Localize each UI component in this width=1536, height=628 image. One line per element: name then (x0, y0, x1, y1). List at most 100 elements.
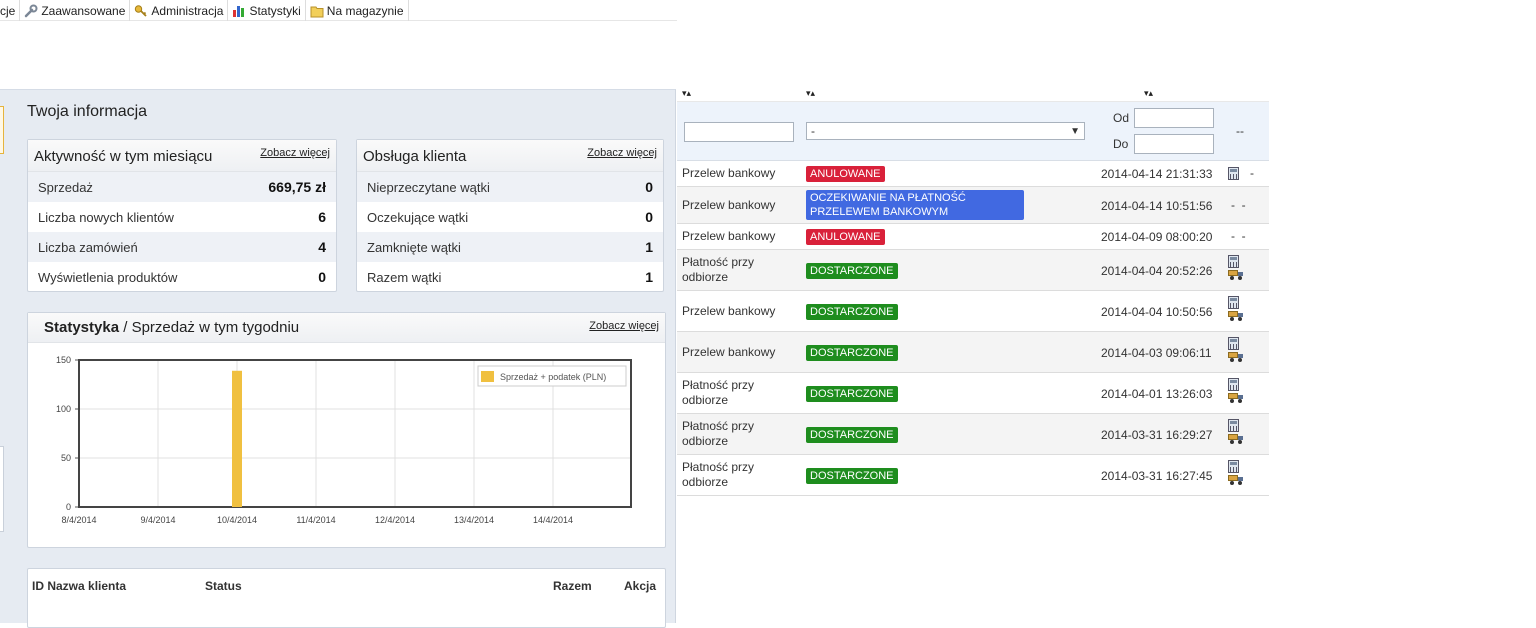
status-badge: DOSTARCZONE (806, 426, 898, 443)
col-header-action[interactable]: Akcja (624, 579, 656, 593)
status-filter-select[interactable]: - ▼ (806, 122, 1085, 140)
invoice-icon[interactable] (1228, 419, 1239, 432)
payment-method: Płatność przy odbiorze (682, 459, 755, 489)
sort-arrows-date[interactable]: ▾▴ (1144, 89, 1153, 98)
status-filter-value: - (811, 124, 815, 138)
list-item: Sprzedaż 669,75 zł (28, 172, 336, 202)
bar-chart-icon (232, 4, 246, 18)
list-item: Razem wątki 1 (357, 262, 663, 292)
sidebar-tab[interactable] (0, 446, 4, 532)
y-tick-label: 100 (56, 404, 71, 414)
invoice-icon[interactable] (1228, 337, 1239, 350)
delivery-slip-icon[interactable] (1228, 393, 1243, 403)
activity-box-header: Aktywność w tym miesiącu Zobacz więcej (28, 140, 336, 172)
payment-method: Przelew bankowy (682, 229, 776, 243)
chart-bar (232, 370, 242, 507)
delivery-slip-icon[interactable] (1228, 475, 1243, 485)
status-badge: OCZEKIWANIE NA PŁATNOŚĆ PRZELEWEM BANKOW… (806, 190, 1024, 220)
invoice-icon[interactable] (1228, 378, 1239, 391)
menu-tab-advanced[interactable]: Zaawansowane (20, 0, 131, 21)
date-to-label: Do (1113, 137, 1129, 151)
table-row[interactable]: Płatność przy odbiorze DOSTARCZONE 2014-03… (677, 455, 1269, 496)
table-row[interactable]: Przelew bankowy ANULOWANE 2014-04-14 21:31… (677, 161, 1269, 187)
sidebar-tab[interactable] (0, 106, 4, 154)
orders-panel: ▾▴ ▾▴ ▾▴ - ▼ Od Do -- Przelew bankowy ANU… (677, 89, 1269, 623)
table-row[interactable]: Przelew bankowy OCZEKIWANIE NA PŁATNOŚĆ P… (677, 187, 1269, 224)
delivery-slip-icon[interactable] (1228, 270, 1243, 280)
support-value-total: 1 (645, 269, 653, 285)
delivery-slip-icon[interactable] (1228, 311, 1243, 321)
menu-tab-label: cje (0, 3, 16, 18)
support-label-closed: Zamknięte wątki (367, 239, 461, 255)
date-from-input[interactable] (1134, 108, 1214, 128)
dashboard-heading: Twoja informacja (27, 103, 148, 120)
invoice-icon[interactable] (1228, 255, 1239, 268)
row-actions (1228, 419, 1243, 444)
y-tick-label: 0 (66, 502, 71, 512)
order-date: 2014-04-04 20:52:26 (1101, 263, 1213, 278)
delivery-slip-icon[interactable] (1228, 352, 1243, 362)
col-header-id-name[interactable]: ID Nazwa klienta (32, 579, 126, 593)
invoice-icon[interactable] (1228, 460, 1239, 473)
activity-value-orders: 4 (318, 239, 326, 255)
list-item: Liczba nowych klientów 6 (28, 202, 336, 232)
activity-label-views: Wyświetlenia produktów (38, 269, 178, 285)
list-item: Oczekujące wątki 0 (357, 202, 663, 232)
stats-title-separator: / (119, 319, 132, 336)
menu-tab-label: Statystyki (249, 3, 301, 18)
table-row[interactable]: Płatność przy odbiorze DOSTARCZONE 2014-04… (677, 250, 1269, 291)
stats-title-bold: Statystyka (44, 319, 120, 336)
stats-box-header: Statystyka / Sprzedaż w tym tygodniu Zob… (28, 313, 665, 343)
table-row[interactable]: Płatność przy odbiorze DOSTARCZONE 2014-03… (677, 414, 1269, 455)
menu-tab-stock[interactable]: Na magazynie (306, 0, 409, 21)
status-badge: ANULOWANE (806, 229, 885, 245)
support-box: Obsługa klienta Zobacz więcej Nieprzeczy… (356, 139, 664, 292)
sort-arrows-status[interactable]: ▾▴ (806, 89, 815, 98)
activity-value-new-customers: 6 (318, 209, 326, 225)
activity-see-more-link[interactable]: Zobacz więcej (260, 147, 330, 159)
sort-arrows-payment[interactable]: ▾▴ (682, 89, 691, 98)
row-actions (1228, 337, 1243, 362)
order-date: 2014-04-01 13:26:03 (1101, 386, 1213, 401)
support-see-more-link[interactable]: Zobacz więcej (587, 147, 657, 159)
payment-method: Płatność przy odbiorze (682, 377, 755, 407)
menu-tab-statistics[interactable]: Statystyki (228, 0, 306, 21)
chevron-down-icon: ▼ (1070, 125, 1080, 137)
menu-tab-label: Administracja (151, 3, 224, 18)
payment-method: Przelew bankowy (682, 344, 776, 359)
filter-row: - ▼ Od Do -- (677, 102, 1269, 161)
x-tick-label: 10/4/2014 (217, 515, 257, 525)
orders-table-box: ID Nazwa klienta Status Razem Akcja (27, 568, 666, 628)
menu-tab-administration[interactable]: Administracja (130, 0, 229, 21)
table-row[interactable]: Przelew bankowy DOSTARCZONE 2014-04-04 10:… (677, 291, 1269, 332)
delivery-slip-icon[interactable] (1228, 434, 1243, 444)
legend-label: Sprzedaż + podatek (PLN) (500, 372, 606, 382)
x-tick-label: 12/4/2014 (375, 515, 415, 525)
payment-method: Przelew bankowy (682, 166, 776, 180)
table-row[interactable]: Przelew bankowy DOSTARCZONE 2014-04-03 09:… (677, 332, 1269, 373)
folder-icon (310, 4, 324, 18)
support-label-pending: Oczekujące wątki (367, 209, 469, 225)
x-tick-label: 13/4/2014 (454, 515, 494, 525)
top-menu: cje Zaawansowane Administracja Statystyk… (0, 0, 677, 21)
payment-method: Przelew bankowy (682, 303, 776, 318)
invoice-icon[interactable] (1228, 296, 1239, 309)
date-to-input[interactable] (1134, 134, 1214, 154)
list-item: Wyświetlenia produktów 0 (28, 262, 336, 292)
table-row[interactable]: Płatność przy odbiorze DOSTARCZONE 2014-04… (677, 373, 1269, 414)
col-header-status[interactable]: Status (205, 579, 242, 593)
support-label-unread: Nieprzeczytane wątki (367, 179, 490, 195)
row-actions (1228, 460, 1243, 485)
menu-tab-modules[interactable]: cje (0, 0, 21, 21)
stats-see-more-link[interactable]: Zobacz więcej (589, 320, 659, 332)
order-date: 2014-04-14 10:51:56 (1101, 198, 1213, 213)
col-header-total[interactable]: Razem (553, 579, 592, 593)
row-actions (1228, 296, 1243, 321)
support-value-pending: 0 (645, 209, 653, 225)
stats-title-rest: Sprzedaż w tym tygodniu (131, 319, 300, 336)
table-row[interactable]: Przelew bankowy ANULOWANE 2014-04-09 08:00… (677, 224, 1269, 250)
invoice-icon[interactable] (1228, 167, 1239, 180)
payment-filter-input[interactable] (684, 122, 794, 142)
x-tick-label: 8/4/2014 (61, 515, 96, 525)
order-date: 2014-04-14 21:31:33 (1101, 167, 1213, 181)
